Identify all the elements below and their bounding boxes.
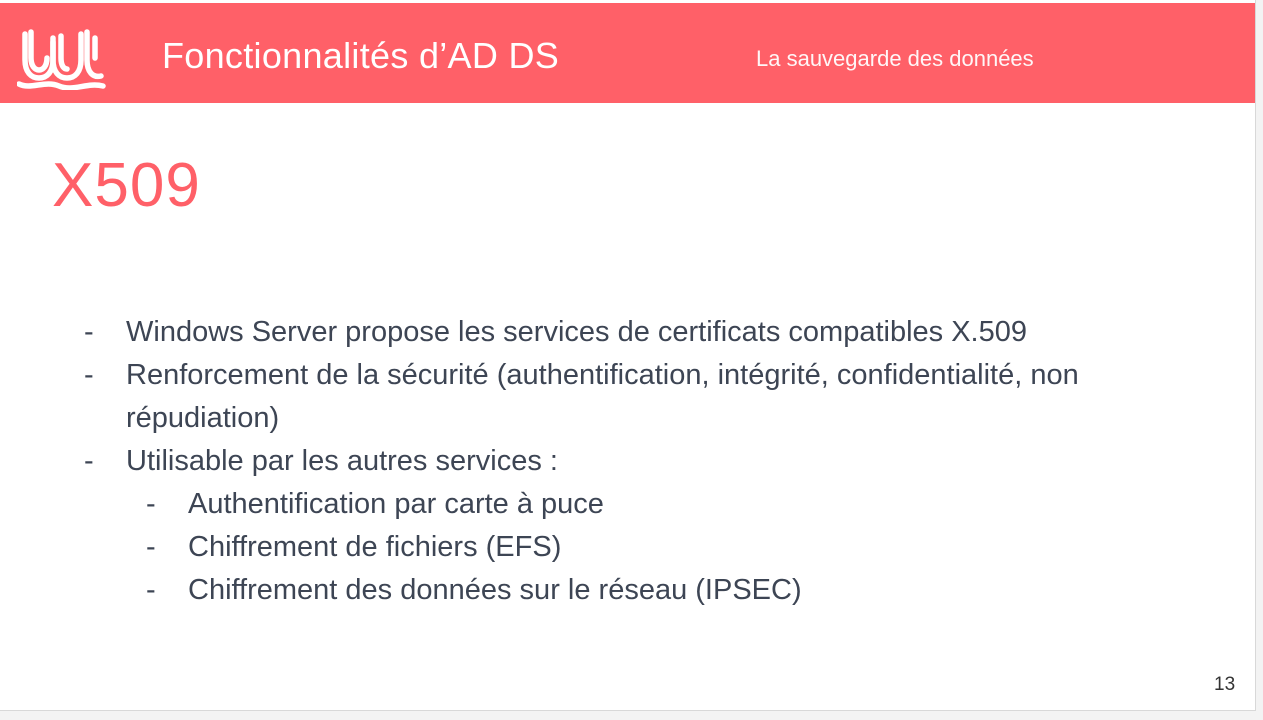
bullet-marker: - [84, 359, 94, 391]
header-subtitle: La sauvegarde des données [756, 46, 1034, 71]
sub-bullet-item: - Chiffrement des données sur le réseau … [84, 569, 1184, 612]
header-title: Fonctionnalités d’AD DS [162, 35, 560, 76]
bullet-text: Windows Server propose les services de c… [126, 316, 1027, 348]
sub-bullet-item: - Authentification par carte à puce [84, 483, 1184, 526]
sub-bullet-text: Authentification par carte à puce [188, 488, 604, 520]
sub-bullet-text: Chiffrement de fichiers (EFS) [188, 531, 562, 563]
bullet-marker: - [146, 574, 156, 606]
bullet-marker: - [84, 316, 94, 348]
slide: Fonctionnalités d’AD DS La sauvegarde de… [0, 0, 1256, 711]
slide-header: Fonctionnalités d’AD DS La sauvegarde de… [0, 3, 1255, 103]
bullet-marker: - [146, 531, 156, 563]
bullet-item: - Utilisable par les autres services : [84, 440, 1184, 483]
bullet-item: - Renforcement de la sécurité (authentif… [84, 354, 1184, 440]
sub-bullet-item: - Chiffrement de fichiers (EFS) [84, 526, 1184, 569]
bullet-list: - Windows Server propose les services de… [84, 311, 1184, 612]
slide-title: X509 [52, 151, 201, 220]
bullet-text: Utilisable par les autres services : [126, 445, 558, 477]
bullet-text: Renforcement de la sécurité (authentific… [126, 359, 1079, 434]
page-number: 13 [1214, 674, 1236, 695]
bullet-marker: - [146, 488, 156, 520]
bullet-item: - Windows Server propose les services de… [84, 311, 1184, 354]
wavy-logo-icon [17, 29, 106, 90]
sub-bullet-text: Chiffrement des données sur le réseau (I… [188, 574, 802, 606]
bullet-marker: - [84, 445, 94, 477]
